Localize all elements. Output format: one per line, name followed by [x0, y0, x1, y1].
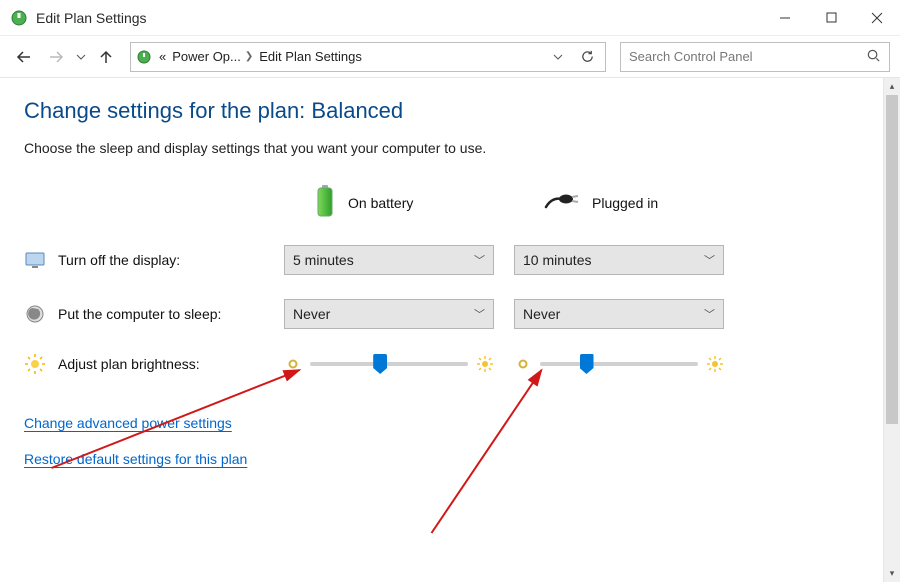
- restore-defaults-link[interactable]: Restore default settings for this plan: [24, 451, 247, 467]
- page-subtitle: Choose the sleep and display settings th…: [24, 140, 859, 156]
- window-controls: [762, 0, 900, 36]
- search-input[interactable]: [629, 49, 849, 64]
- nav-recent-button[interactable]: [74, 43, 88, 71]
- brightness-plugged-slider[interactable]: [514, 355, 724, 373]
- sleep-icon: [24, 303, 46, 325]
- column-header-plugged: Plugged in: [514, 191, 744, 214]
- search-icon[interactable]: [866, 48, 881, 66]
- close-button[interactable]: [854, 0, 900, 36]
- chevron-down-icon: ﹀: [704, 252, 715, 268]
- slider-thumb[interactable]: [580, 354, 594, 374]
- chevron-right-icon: ❯: [245, 51, 253, 62]
- breadcrumb-prefix: «: [159, 49, 166, 64]
- chevron-down-icon: ﹀: [474, 252, 485, 268]
- content-area: Change settings for the plan: Balanced C…: [0, 78, 883, 582]
- plug-icon: [544, 191, 580, 214]
- advanced-settings-link[interactable]: Change advanced power settings: [24, 415, 232, 431]
- scroll-track[interactable]: [884, 95, 900, 565]
- refresh-button[interactable]: [573, 49, 601, 64]
- chevron-down-icon: ﹀: [474, 306, 485, 322]
- nav-back-button[interactable]: [10, 43, 38, 71]
- slider-track[interactable]: [540, 362, 698, 366]
- monitor-icon: [24, 249, 46, 271]
- chevron-down-icon: ﹀: [704, 306, 715, 322]
- row-label-sleep: Put the computer to sleep:: [24, 303, 284, 325]
- nav-up-button[interactable]: [92, 43, 120, 71]
- search-box[interactable]: [620, 42, 890, 72]
- brightness-icon: [24, 353, 46, 375]
- address-bar[interactable]: « Power Op... ❯ Edit Plan Settings: [130, 42, 606, 72]
- display-plugged-dropdown[interactable]: 10 minutes ﹀: [514, 245, 724, 275]
- column-header-battery: On battery: [284, 184, 514, 221]
- settings-grid: On battery Plugged in: [24, 184, 859, 375]
- breadcrumb-item-2[interactable]: Edit Plan Settings: [259, 49, 362, 64]
- links-section: Change advanced power settings Restore d…: [24, 415, 859, 487]
- row-label-display: Turn off the display:: [24, 249, 284, 271]
- scroll-up-button[interactable]: ▴: [884, 78, 900, 95]
- sleep-plugged-dropdown[interactable]: Never ﹀: [514, 299, 724, 329]
- sun-dim-icon: [514, 355, 532, 373]
- titlebar: Edit Plan Settings: [0, 0, 900, 36]
- address-dropdown-button[interactable]: [549, 52, 567, 62]
- power-plan-icon: [10, 9, 28, 27]
- breadcrumb-item-1[interactable]: Power Op... ❯: [172, 49, 253, 64]
- page-title: Change settings for the plan: Balanced: [24, 98, 859, 124]
- power-options-icon: [135, 48, 153, 66]
- nav-forward-button[interactable]: [42, 43, 70, 71]
- sleep-battery-dropdown[interactable]: Never ﹀: [284, 299, 494, 329]
- minimize-button[interactable]: [762, 0, 808, 36]
- vertical-scrollbar[interactable]: ▴ ▾: [883, 78, 900, 582]
- display-battery-dropdown[interactable]: 5 minutes ﹀: [284, 245, 494, 275]
- sun-dim-icon: [284, 355, 302, 373]
- window-title: Edit Plan Settings: [36, 10, 147, 26]
- battery-icon: [314, 184, 336, 221]
- toolbar: « Power Op... ❯ Edit Plan Settings: [0, 36, 900, 78]
- scroll-down-button[interactable]: ▾: [884, 565, 900, 582]
- sun-bright-icon: [706, 355, 724, 373]
- sun-bright-icon: [476, 355, 494, 373]
- slider-track[interactable]: [310, 362, 468, 366]
- scroll-thumb[interactable]: [886, 95, 898, 424]
- brightness-battery-slider[interactable]: [284, 355, 494, 373]
- row-label-brightness: Adjust plan brightness:: [24, 353, 284, 375]
- slider-thumb[interactable]: [373, 354, 387, 374]
- maximize-button[interactable]: [808, 0, 854, 36]
